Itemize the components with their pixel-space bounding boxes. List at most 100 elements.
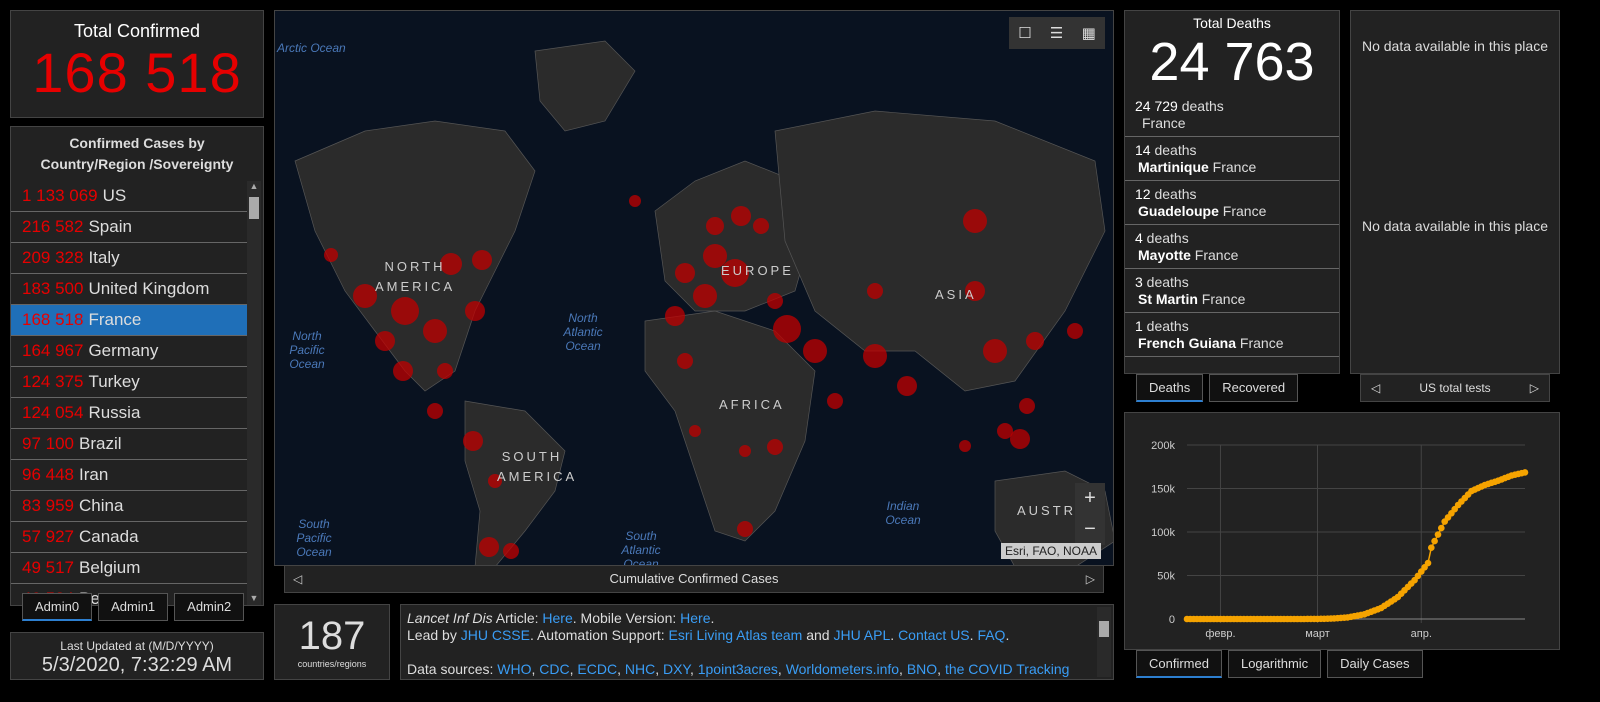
mobile-link[interactable]: Here bbox=[680, 610, 710, 626]
case-bubble[interactable] bbox=[503, 543, 519, 559]
source-link[interactable]: the COVID Tracking bbox=[945, 661, 1070, 677]
case-bubble[interactable] bbox=[393, 361, 413, 381]
country-list-item[interactable]: 164 967 Germany bbox=[11, 336, 247, 367]
tab-admin2[interactable]: Admin2 bbox=[174, 593, 245, 621]
scroll-down-icon[interactable]: ▼ bbox=[247, 593, 261, 603]
list-icon[interactable]: ☰ bbox=[1050, 24, 1063, 42]
country-list-item[interactable]: 83 959 China bbox=[11, 491, 247, 522]
case-bubble[interactable] bbox=[863, 344, 887, 368]
case-bubble[interactable] bbox=[827, 393, 843, 409]
case-bubble[interactable] bbox=[463, 431, 483, 451]
tab-admin0[interactable]: Admin0 bbox=[22, 593, 93, 621]
case-bubble[interactable] bbox=[479, 537, 499, 557]
country-list-item[interactable]: 124 375 Turkey bbox=[11, 367, 247, 398]
case-bubble[interactable] bbox=[959, 440, 971, 452]
country-list-item[interactable]: 49 517 Belgium bbox=[11, 553, 247, 584]
map-next-icon[interactable]: ▷ bbox=[1086, 566, 1095, 592]
case-bubble[interactable] bbox=[391, 297, 419, 325]
esri-link[interactable]: Esri Living Atlas team bbox=[668, 627, 802, 643]
source-link[interactable]: NHC bbox=[625, 661, 655, 677]
case-bubble[interactable] bbox=[1019, 398, 1035, 414]
tests-next-icon[interactable]: ▷ bbox=[1530, 375, 1539, 401]
case-bubble[interactable] bbox=[737, 521, 753, 537]
country-list-item[interactable]: 96 448 Iran bbox=[11, 460, 247, 491]
tab-recovered[interactable]: Recovered bbox=[1209, 374, 1299, 402]
tab-admin1[interactable]: Admin1 bbox=[98, 593, 169, 621]
death-list-item[interactable]: 24 729 deaths France bbox=[1125, 93, 1339, 137]
source-link[interactable]: ECDC bbox=[577, 661, 617, 677]
case-bubble[interactable] bbox=[803, 339, 827, 363]
case-bubble[interactable] bbox=[1026, 332, 1044, 350]
tab-confirmed[interactable]: Confirmed bbox=[1136, 650, 1222, 678]
case-bubble[interactable] bbox=[767, 293, 783, 309]
case-bubble[interactable] bbox=[423, 319, 447, 343]
case-bubble[interactable] bbox=[472, 250, 492, 270]
qr-grid-icon[interactable]: ▦ bbox=[1082, 24, 1096, 42]
source-link[interactable]: DXY bbox=[663, 661, 690, 677]
source-link[interactable]: CDC bbox=[539, 661, 569, 677]
zoom-in-button[interactable]: + bbox=[1075, 483, 1105, 514]
case-bubble[interactable] bbox=[353, 284, 377, 308]
source-link[interactable]: BNO bbox=[907, 661, 937, 677]
bookmark-icon[interactable]: ☐ bbox=[1018, 24, 1031, 42]
data-point[interactable] bbox=[1521, 469, 1529, 476]
scrollbar-thumb[interactable] bbox=[249, 197, 259, 219]
case-bubble[interactable] bbox=[465, 301, 485, 321]
death-list-item[interactable]: 4 deaths Mayotte France bbox=[1125, 225, 1339, 269]
death-list-item[interactable]: 12 deaths Guadeloupe France bbox=[1125, 181, 1339, 225]
country-list-item[interactable]: 216 582 Spain bbox=[11, 212, 247, 243]
case-bubble[interactable] bbox=[375, 331, 395, 351]
confirmed-chart[interactable]: 0 50k 100k 150k 200k февр. март апр. bbox=[1125, 413, 1561, 651]
data-point[interactable] bbox=[1431, 537, 1438, 545]
case-bubble[interactable] bbox=[693, 284, 717, 308]
zoom-out-button[interactable]: − bbox=[1075, 514, 1105, 545]
case-bubble[interactable] bbox=[706, 217, 724, 235]
data-point[interactable] bbox=[1438, 524, 1445, 532]
case-bubble[interactable] bbox=[677, 353, 693, 369]
scroll-up-icon[interactable]: ▲ bbox=[247, 181, 261, 191]
case-bubble[interactable] bbox=[731, 206, 751, 226]
country-list-item[interactable]: 168 518 France bbox=[11, 305, 247, 336]
country-list-scrollbar[interactable] bbox=[247, 181, 261, 605]
country-list-item[interactable]: 57 927 Canada bbox=[11, 522, 247, 553]
case-bubble[interactable] bbox=[437, 363, 453, 379]
case-bubble[interactable] bbox=[963, 209, 987, 233]
data-point[interactable] bbox=[1428, 544, 1435, 551]
case-bubble[interactable] bbox=[739, 445, 751, 457]
country-list-item[interactable]: 97 100 Brazil bbox=[11, 429, 247, 460]
tab-deaths[interactable]: Deaths bbox=[1136, 374, 1204, 402]
faq-link[interactable]: FAQ bbox=[977, 627, 1005, 643]
country-list-item[interactable]: 1 133 069 US bbox=[11, 181, 247, 212]
case-bubble[interactable] bbox=[675, 263, 695, 283]
death-list-item[interactable]: 14 deaths Martinique France bbox=[1125, 137, 1339, 181]
case-bubble[interactable] bbox=[983, 339, 1007, 363]
case-bubble[interactable] bbox=[767, 439, 783, 455]
case-bubble[interactable] bbox=[689, 425, 701, 437]
country-list-item[interactable]: 209 328 Italy bbox=[11, 243, 247, 274]
data-point[interactable] bbox=[1424, 559, 1432, 567]
case-bubble[interactable] bbox=[665, 306, 685, 326]
tab-daily-cases[interactable]: Daily Cases bbox=[1327, 650, 1423, 678]
source-link[interactable]: Worldometers.info bbox=[786, 661, 899, 677]
info-scrollbar[interactable] bbox=[1097, 607, 1111, 677]
case-bubble[interactable] bbox=[1010, 429, 1030, 449]
country-list-item[interactable]: 124 054 Russia bbox=[11, 398, 247, 429]
case-bubble[interactable] bbox=[324, 248, 338, 262]
article-link[interactable]: Here bbox=[542, 610, 572, 626]
case-bubble[interactable] bbox=[753, 218, 769, 234]
case-bubble[interactable] bbox=[897, 376, 917, 396]
world-map[interactable]: Arctic Ocean North Pacific Ocean North A… bbox=[274, 10, 1114, 566]
tab-logarithmic[interactable]: Logarithmic bbox=[1227, 650, 1322, 678]
source-link[interactable]: WHO bbox=[497, 661, 531, 677]
contact-link[interactable]: Contact US bbox=[898, 627, 970, 643]
case-bubble[interactable] bbox=[427, 403, 443, 419]
data-point[interactable] bbox=[1434, 531, 1442, 538]
jhu-apl-link[interactable]: JHU APL bbox=[833, 627, 890, 643]
case-bubble[interactable] bbox=[997, 423, 1013, 439]
source-link[interactable]: 1point3acres bbox=[698, 661, 778, 677]
country-list-item[interactable]: 183 500 United Kingdom bbox=[11, 274, 247, 305]
case-bubble[interactable] bbox=[1067, 323, 1083, 339]
death-list-item[interactable]: 1 deaths French Guiana France bbox=[1125, 313, 1339, 357]
case-bubble[interactable] bbox=[867, 283, 883, 299]
map-prev-icon[interactable]: ◁ bbox=[293, 566, 302, 592]
